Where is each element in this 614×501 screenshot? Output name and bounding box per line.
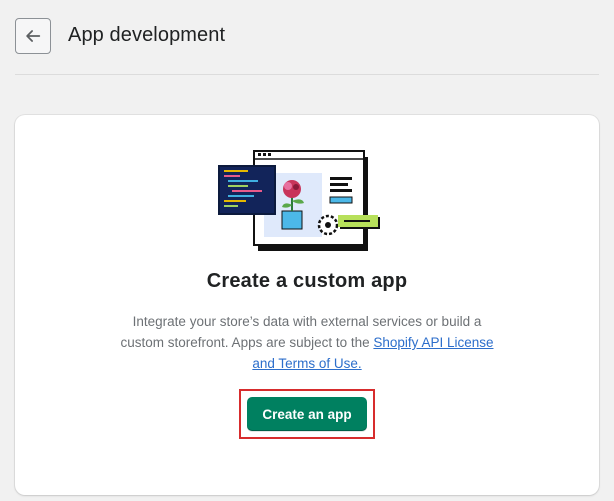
back-button[interactable]	[15, 18, 51, 54]
create-app-card: Create a custom app Integrate your store…	[15, 115, 599, 495]
card-description: Integrate your store’s data with externa…	[110, 311, 504, 374]
page-header: App development	[0, 0, 614, 76]
header-divider	[15, 74, 599, 75]
card-title: Create a custom app	[206, 270, 408, 292]
arrow-left-icon	[26, 30, 41, 42]
page-title: App development	[68, 24, 226, 46]
create-app-button[interactable]: Create an app	[247, 397, 367, 431]
custom-app-illustration	[218, 150, 380, 251]
